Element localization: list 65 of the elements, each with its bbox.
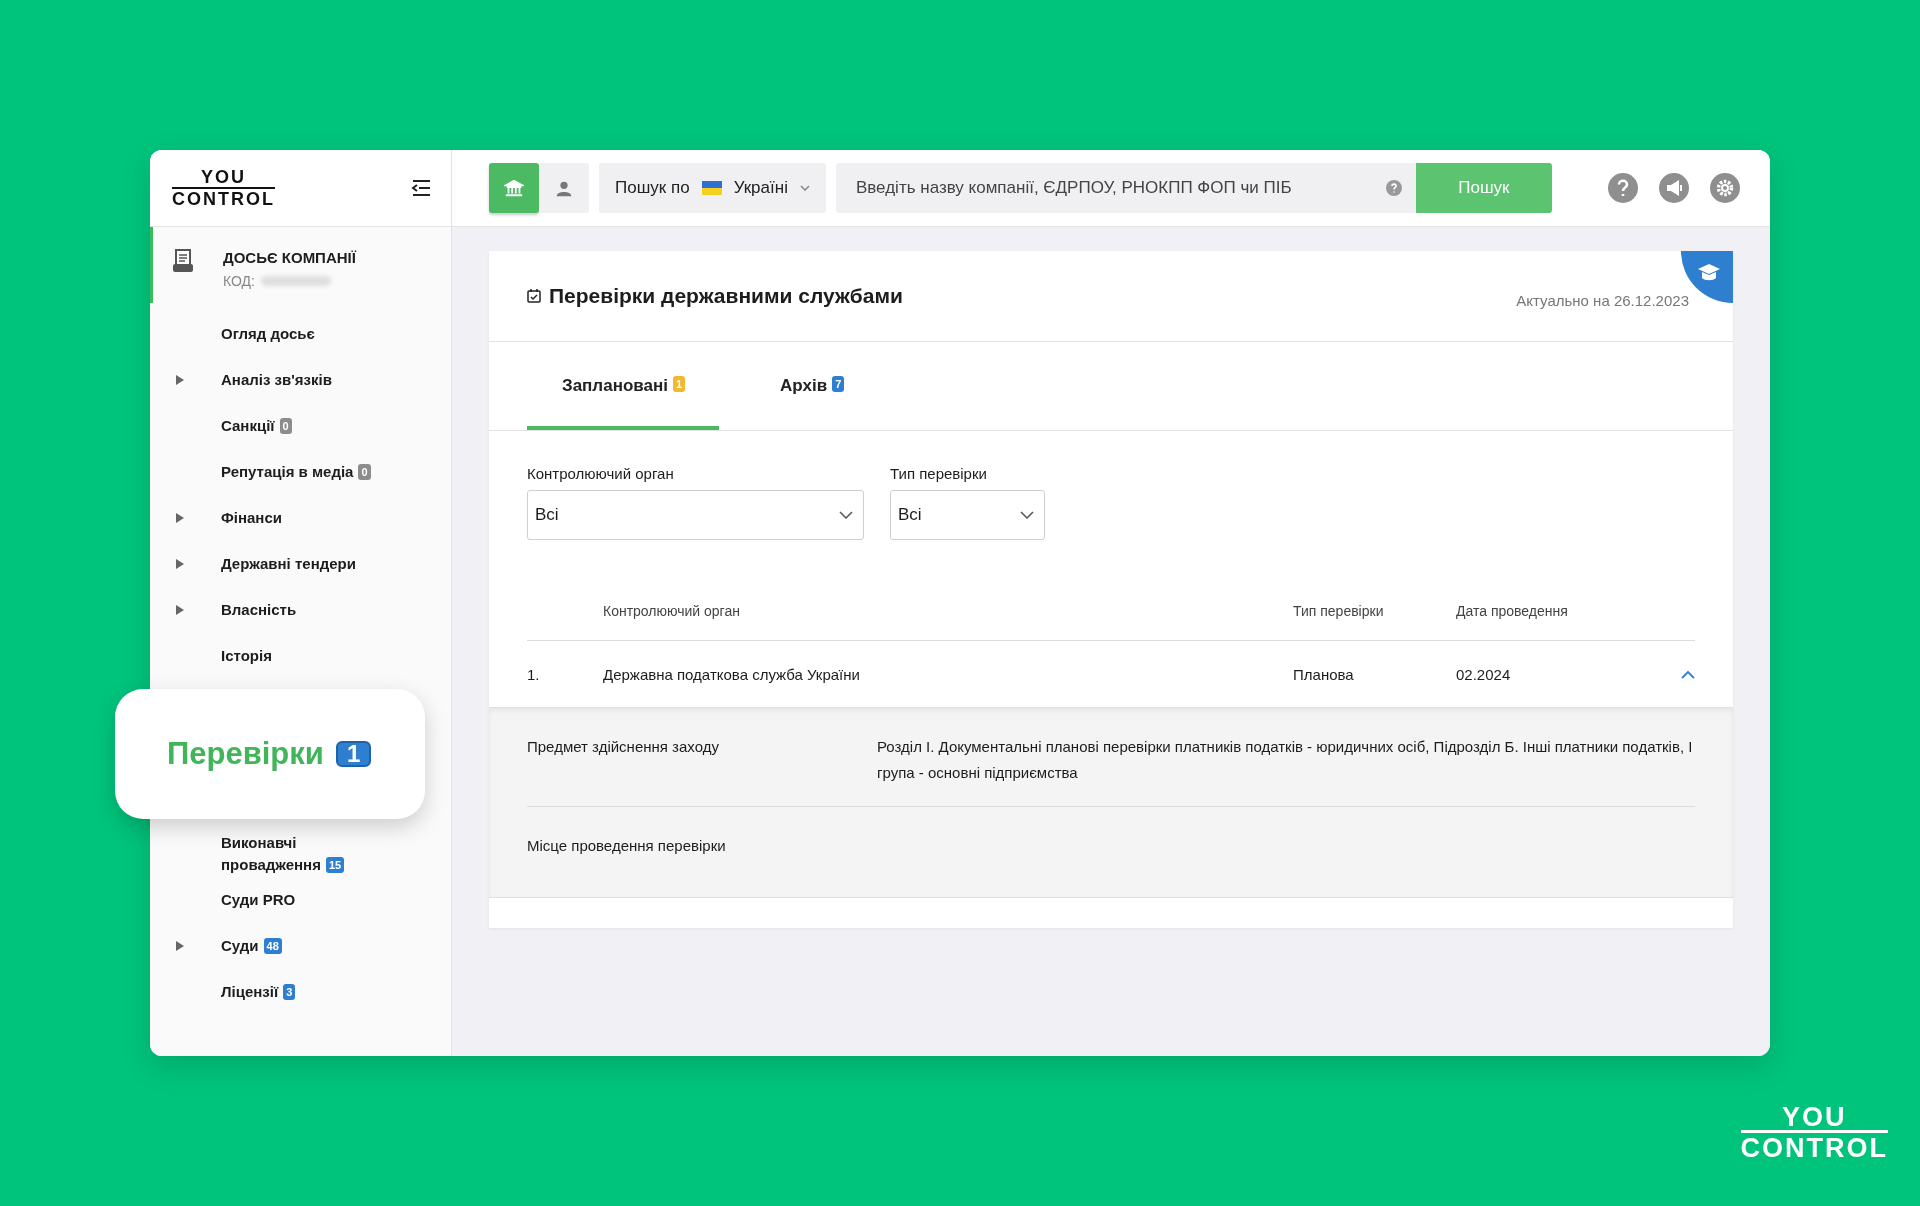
code-label: КОД:	[223, 273, 255, 289]
chevron-down-icon	[799, 185, 810, 191]
count-badge: 48	[263, 938, 282, 954]
sidebar-item[interactable]: Санкції 0	[221, 415, 371, 437]
logo: YOU CONTROL	[1740, 1104, 1888, 1161]
logo[interactable]: YOU CONTROL	[172, 168, 275, 208]
chevron-down-icon	[839, 511, 853, 519]
search-field[interactable]: Введіть назву компанії, ЄДРПОУ, РНОКПП ФОП чи ПІБ	[835, 163, 1416, 213]
person-search-mode-button[interactable]	[539, 163, 589, 213]
filter-label: Тип перевірки	[890, 465, 988, 482]
table-cell-text: Державна податкова служба України	[603, 665, 861, 683]
sidebar-item[interactable]: Виконавчі провадження 15	[221, 832, 371, 876]
company-search-mode-button[interactable]	[489, 163, 539, 213]
sidebar-item[interactable]: Власність	[221, 599, 371, 621]
count-badge: 15	[325, 857, 345, 873]
help-icon[interactable]	[1608, 173, 1638, 203]
chevron-down-icon	[1020, 511, 1034, 519]
settings-icon[interactable]	[1710, 173, 1740, 203]
count-badge: 3	[283, 984, 296, 1000]
detail-value: Розділ І. Документальні планові перевірки платників податків - юридичних осіб, Підрозділ Б. Інші платники податків, І група - основні підприємства	[877, 737, 1694, 783]
collapse-menu-icon[interactable]	[411, 180, 431, 196]
expand-arrow-icon[interactable]	[175, 941, 184, 951]
tab[interactable]: Архів 7	[745, 376, 879, 430]
column-header: Контролюючий орган	[603, 603, 741, 619]
flag-icon	[701, 181, 722, 195]
row-number: 1.	[527, 665, 541, 683]
tab[interactable]: Заплановані 1	[527, 376, 720, 430]
table-cell-text: Планова	[1293, 665, 1355, 683]
count-badge: 0	[279, 418, 292, 434]
chevron-up-icon[interactable]	[1681, 669, 1695, 679]
expand-arrow-icon[interactable]	[175, 605, 184, 615]
dossier-title: ДОСЬЄ КОМПАНІЇ	[223, 249, 358, 266]
sidebar-item[interactable]: Суди 48	[221, 935, 371, 957]
sidebar-item[interactable]: Огляд досьє	[221, 323, 371, 345]
column-header: Дата проведення	[1456, 603, 1569, 619]
expand-arrow-icon[interactable]	[175, 375, 184, 385]
count-badge: 1	[672, 376, 686, 392]
sidebar-item[interactable]: Історія	[221, 645, 371, 667]
sidebar-item[interactable]: Аналіз зв'язків	[221, 369, 371, 391]
count-badge: 0	[358, 464, 371, 480]
sidebar-item[interactable]: Фінанси	[221, 507, 371, 529]
blurred-code	[260, 276, 331, 286]
table-cell-text: 02.2024	[1456, 665, 1512, 683]
expand-arrow-icon[interactable]	[175, 559, 184, 569]
bank-icon	[504, 178, 524, 198]
updated-date: Актуально на 26.12.2023	[1516, 291, 1689, 309]
megaphone-icon[interactable]	[1659, 173, 1689, 203]
filter-dropdown[interactable]: Всі	[527, 490, 864, 540]
expand-arrow-icon[interactable]	[175, 513, 184, 523]
column-header: Тип перевірки	[1293, 603, 1385, 619]
detail-label: Предмет здійснення заходу	[527, 737, 720, 757]
search-scope-dropdown[interactable]: Пошук по Україні	[599, 163, 826, 213]
document-icon	[173, 249, 193, 273]
sidebar-item[interactable]: Репутація в медіа 0	[221, 461, 371, 483]
calendar-check-icon	[527, 289, 541, 303]
sidebar-item[interactable]: Ліцензії 3	[221, 981, 371, 1003]
filter-dropdown[interactable]: Всі	[890, 490, 1045, 540]
count-badge: 7	[832, 376, 845, 392]
filter-label: Контролюючий орган	[527, 465, 675, 482]
sidebar-item[interactable]: Суди PRO	[221, 889, 371, 911]
sidebar-item[interactable]: Державні тендери	[221, 553, 371, 575]
detail-label: Місце проведення перевірки	[527, 836, 727, 856]
count-badge: 1	[335, 741, 372, 767]
panel-title: Перевірки державними службами	[549, 284, 903, 308]
help-icon[interactable]	[1385, 180, 1402, 196]
